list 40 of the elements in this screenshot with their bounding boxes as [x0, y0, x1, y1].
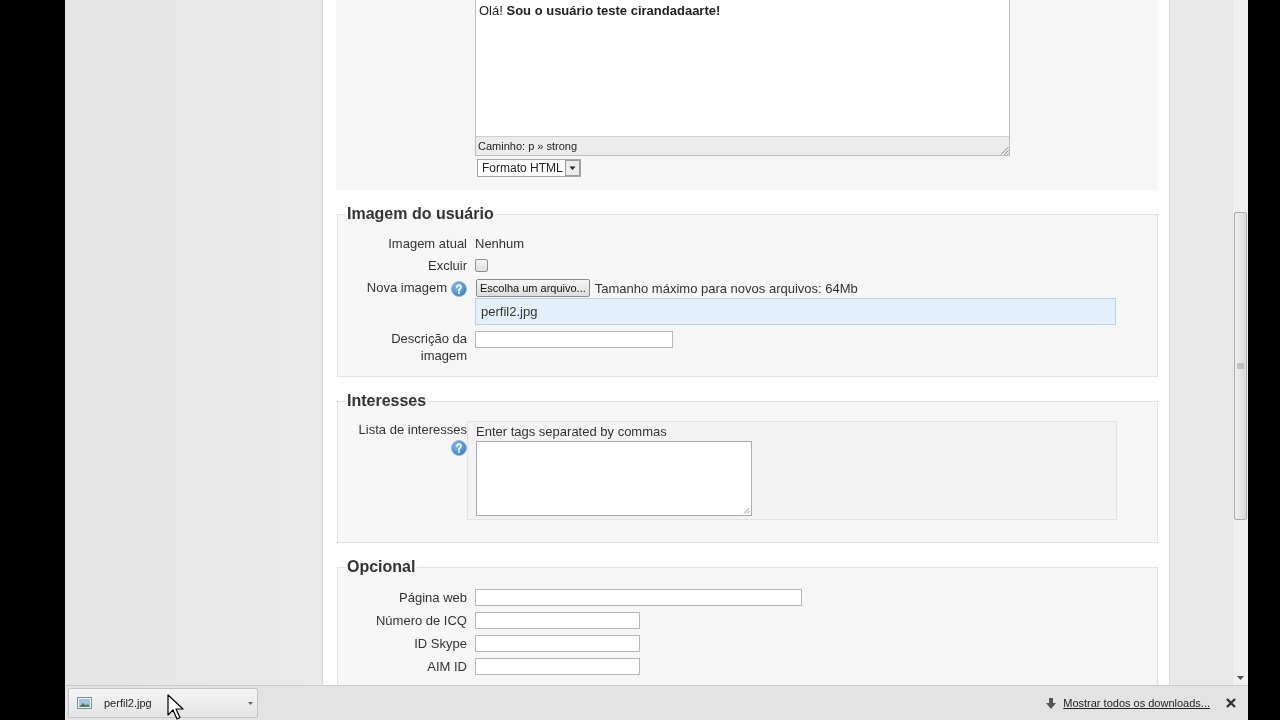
- section-title: Interesses: [346, 391, 428, 411]
- format-select[interactable]: Formato HTML: [477, 159, 581, 177]
- scroll-down-arrow-icon[interactable]: [1237, 676, 1244, 680]
- image-file-icon: [77, 697, 92, 709]
- section-title: Imagem do usuário: [346, 204, 495, 224]
- resize-grip-icon[interactable]: [743, 507, 750, 514]
- field-label: Nova imagem: [366, 280, 447, 295]
- resize-grip-icon[interactable]: [1000, 146, 1009, 155]
- input-field[interactable]: [475, 612, 640, 629]
- checkbox[interactable]: [475, 259, 488, 272]
- scrollbar-thumb[interactable]: [1234, 212, 1247, 520]
- field-label: AIM ID: [427, 659, 467, 674]
- field-label: Descrição da imagem: [391, 331, 467, 363]
- field-label: Número de ICQ: [375, 613, 467, 628]
- input-field[interactable]: [475, 589, 802, 606]
- close-icon[interactable]: [1226, 698, 1236, 708]
- field-value: Nenhum: [475, 236, 525, 251]
- caret-icon[interactable]: [248, 701, 253, 705]
- download-item[interactable]: perfil2.jpg: [68, 688, 258, 718]
- selected-file-bar: perfil2.jpg: [475, 298, 1116, 325]
- input-field[interactable]: [475, 331, 673, 348]
- upload-limit-note: Tamanho máximo para novos arquivos: 64Mb: [594, 279, 858, 297]
- field-label: Excluir: [428, 258, 467, 273]
- text-editor-field[interactable]: Olá! Sou o usuário teste cirandadaarte!: [476, 0, 1009, 136]
- input-field[interactable]: [475, 635, 640, 652]
- help-icon[interactable]: [451, 280, 467, 297]
- field-label: Lista de interesses: [358, 422, 467, 437]
- show-all-downloads-link[interactable]: Mostrar todos os downloads...: [1063, 697, 1210, 709]
- editor-path: Caminho: p » strong: [478, 139, 578, 154]
- section-title: Opcional: [346, 557, 417, 577]
- field-label: Página web: [399, 590, 467, 605]
- input-field[interactable]: [475, 658, 640, 675]
- tags-hint: Enter tags separated by commas: [476, 423, 668, 440]
- download-arrow-icon: [1046, 697, 1057, 709]
- choose-file-button[interactable]: Escolha um arquivo...: [476, 279, 590, 297]
- tags-input-field[interactable]: [476, 441, 752, 516]
- cursor-icon: [167, 694, 184, 720]
- field-label: ID Skype: [414, 636, 467, 651]
- help-icon[interactable]: [451, 439, 467, 456]
- field-label: Imagem atual: [388, 236, 467, 251]
